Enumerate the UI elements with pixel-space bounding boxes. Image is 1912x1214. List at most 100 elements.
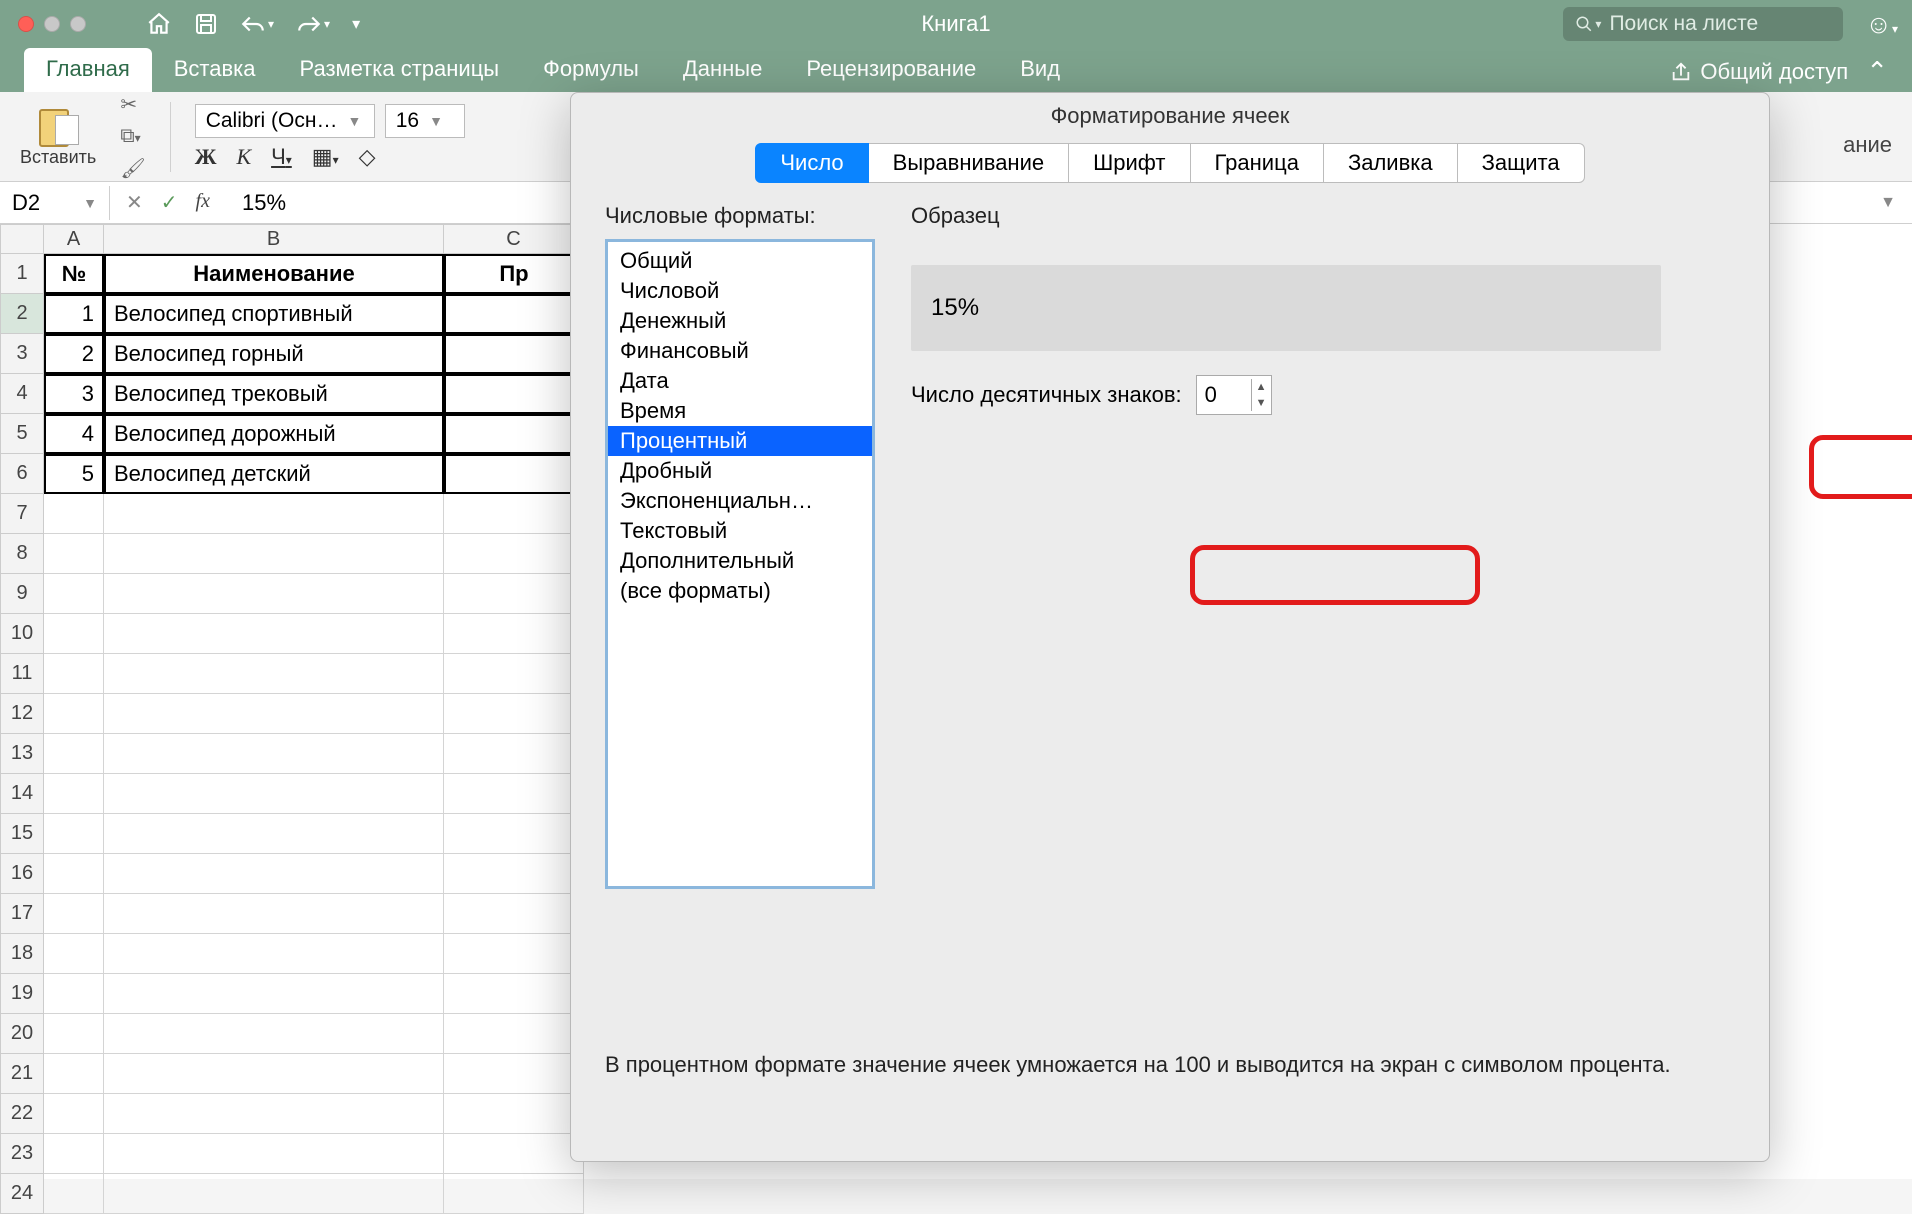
spin-down-icon[interactable]: ▼ [1252, 395, 1271, 411]
font-name-combo[interactable]: Calibri (Осн…▼ [195, 104, 375, 138]
cell[interactable]: Велосипед горный [104, 334, 444, 374]
redo-icon[interactable]: ▾ [296, 13, 330, 35]
cell[interactable] [44, 814, 104, 854]
column-header[interactable]: C [444, 224, 584, 254]
cell[interactable]: 4 [44, 414, 104, 454]
row-header[interactable]: 23 [0, 1134, 44, 1174]
category-item[interactable]: Финансовый [608, 336, 872, 366]
tab-insert[interactable]: Вставка [152, 48, 278, 92]
select-all-corner[interactable] [0, 224, 44, 254]
cell[interactable]: 2 [44, 334, 104, 374]
cell[interactable] [44, 534, 104, 574]
cancel-formula-icon[interactable]: ✕ [126, 190, 143, 215]
category-item[interactable]: Текстовый [608, 516, 872, 546]
column-header[interactable]: A [44, 224, 104, 254]
home-icon[interactable] [146, 11, 172, 37]
cell[interactable]: Велосипед трековый [104, 374, 444, 414]
cell[interactable] [444, 454, 584, 494]
underline-button[interactable]: Ч▾ [271, 144, 292, 170]
row-header[interactable]: 6 [0, 454, 44, 494]
category-item[interactable]: Экспоненциальн… [608, 486, 872, 516]
cell[interactable] [44, 574, 104, 614]
cell[interactable] [444, 414, 584, 454]
cell[interactable] [444, 854, 584, 894]
row-header[interactable]: 5 [0, 414, 44, 454]
cell[interactable] [104, 974, 444, 1014]
row-header[interactable]: 20 [0, 1014, 44, 1054]
decimals-spinner[interactable]: ▲ ▼ [1196, 375, 1272, 415]
dialog-tab-border[interactable]: Граница [1191, 143, 1324, 183]
cell[interactable] [444, 1094, 584, 1134]
row-header[interactable]: 12 [0, 694, 44, 734]
italic-button[interactable]: К [236, 144, 251, 170]
cell[interactable] [104, 814, 444, 854]
cell[interactable] [44, 854, 104, 894]
header-cell[interactable]: № [44, 254, 104, 294]
dialog-tab-protection[interactable]: Защита [1458, 143, 1585, 183]
cell[interactable] [444, 1054, 584, 1094]
qat-customize-icon[interactable]: ▾ [352, 14, 360, 34]
row-header[interactable]: 15 [0, 814, 44, 854]
zoom-window-button[interactable] [70, 16, 86, 32]
cell[interactable]: 1 [44, 294, 104, 334]
minimize-window-button[interactable] [44, 16, 60, 32]
cell[interactable] [104, 654, 444, 694]
cell[interactable]: Велосипед детский [104, 454, 444, 494]
row-header[interactable]: 21 [0, 1054, 44, 1094]
cell[interactable] [104, 534, 444, 574]
row-header[interactable]: 13 [0, 734, 44, 774]
accept-formula-icon[interactable]: ✓ [161, 190, 178, 215]
row-header[interactable]: 7 [0, 494, 44, 534]
category-item[interactable]: Время [608, 396, 872, 426]
cell[interactable] [444, 374, 584, 414]
cell[interactable] [44, 894, 104, 934]
cell[interactable] [104, 1014, 444, 1054]
cell[interactable] [104, 774, 444, 814]
row-header[interactable]: 19 [0, 974, 44, 1014]
cell[interactable] [44, 694, 104, 734]
row-header[interactable]: 10 [0, 614, 44, 654]
borders-button[interactable]: ▦▾ [312, 144, 339, 170]
cell[interactable] [44, 1134, 104, 1174]
dialog-tab-font[interactable]: Шрифт [1069, 143, 1190, 183]
header-cell[interactable]: Наименование [104, 254, 444, 294]
category-item[interactable]: Числовой [608, 276, 872, 306]
cell[interactable] [444, 694, 584, 734]
tab-review[interactable]: Рецензирование [784, 48, 998, 92]
cell[interactable] [444, 1174, 584, 1214]
cell[interactable] [44, 1014, 104, 1054]
cell[interactable] [104, 1054, 444, 1094]
row-header[interactable]: 4 [0, 374, 44, 414]
cell[interactable] [44, 734, 104, 774]
row-header[interactable]: 3 [0, 334, 44, 374]
tab-home[interactable]: Главная [24, 48, 152, 92]
paste-icon[interactable] [37, 105, 79, 147]
row-header[interactable]: 11 [0, 654, 44, 694]
row-header[interactable]: 24 [0, 1174, 44, 1214]
save-icon[interactable] [194, 12, 218, 36]
search-input[interactable]: ▾ Поиск на листе [1563, 7, 1843, 41]
category-listbox[interactable]: ОбщийЧисловойДенежныйФинансовыйДатаВремя… [605, 239, 875, 889]
bold-button[interactable]: Ж [195, 144, 217, 170]
cell[interactable] [104, 1094, 444, 1134]
column-header[interactable]: B [104, 224, 444, 254]
cell[interactable]: Велосипед дорожный [104, 414, 444, 454]
row-header[interactable]: 14 [0, 774, 44, 814]
expand-formula-bar-icon[interactable]: ▼ [1880, 194, 1912, 212]
font-size-combo[interactable]: 16▼ [385, 104, 465, 138]
row-header[interactable]: 18 [0, 934, 44, 974]
row-header[interactable]: 2 [0, 294, 44, 334]
cell[interactable] [44, 1174, 104, 1214]
tab-data[interactable]: Данные [661, 48, 784, 92]
cell[interactable] [444, 974, 584, 1014]
cell[interactable] [104, 614, 444, 654]
tab-view[interactable]: Вид [998, 48, 1082, 92]
cell[interactable]: Велосипед спортивный [104, 294, 444, 334]
cell[interactable] [44, 1094, 104, 1134]
formula-input[interactable]: 15% [226, 190, 286, 216]
row-header[interactable]: 8 [0, 534, 44, 574]
dialog-tab-alignment[interactable]: Выравнивание [869, 143, 1069, 183]
cell[interactable] [44, 974, 104, 1014]
cell[interactable] [104, 694, 444, 734]
tab-page-layout[interactable]: Разметка страницы [278, 48, 522, 92]
